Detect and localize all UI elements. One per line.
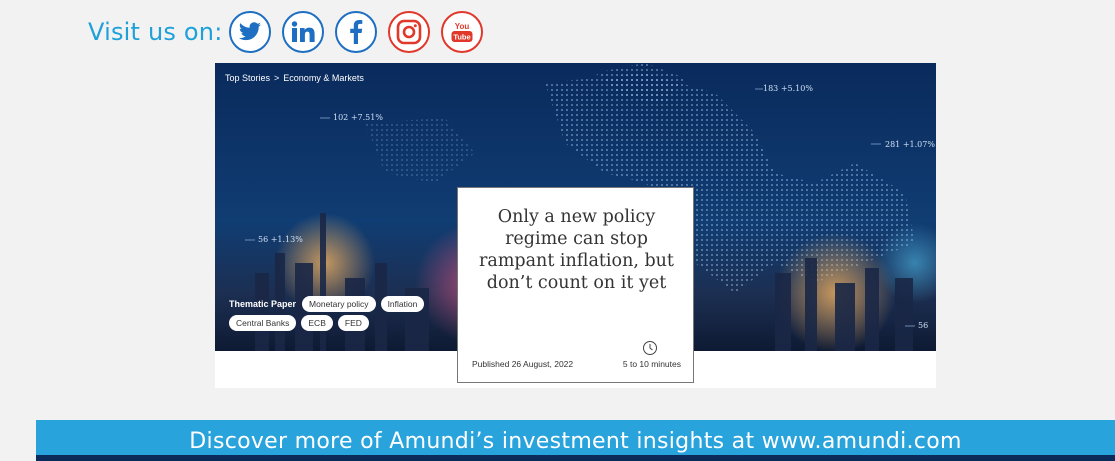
footer-text[interactable]: Discover more of Amundi’s investment ins… <box>36 429 1115 454</box>
map-label-4: 56 +1.13% <box>258 235 303 244</box>
tag-central-banks[interactable]: Central Banks <box>229 315 297 331</box>
social-label: Visit us on: <box>88 18 223 46</box>
breadcrumb-top-stories[interactable]: Top Stories <box>225 73 270 83</box>
social-bar: Visit us on: You Tube <box>88 10 494 54</box>
tag-inflation[interactable]: Inflation <box>380 296 425 312</box>
article-meta: Published 26 August, 2022 5 to 10 minute… <box>458 359 695 369</box>
footer-banner[interactable]: Discover more of Amundi’s investment ins… <box>36 420 1115 461</box>
instagram-icon[interactable] <box>387 11 430 53</box>
map-label-5: 56 <box>918 321 928 330</box>
youtube-icon[interactable]: You Tube <box>440 11 483 53</box>
youtube-text-you: You <box>454 22 469 31</box>
twitter-icon[interactable] <box>228 11 271 53</box>
breadcrumb-economy-markets[interactable]: Economy & Markets <box>283 73 364 83</box>
clock-icon <box>643 341 657 355</box>
map-label-2: 102 +7.51% <box>333 113 383 122</box>
tag-fed[interactable]: FED <box>337 315 369 331</box>
youtube-text-tube: Tube <box>453 33 470 42</box>
map-label-3: 281 +1.07% <box>885 140 935 149</box>
read-time: 5 to 10 minutes <box>622 359 681 369</box>
tag-label: Thematic Paper <box>229 299 297 309</box>
tag-group: Thematic Paper Monetary policy Inflation… <box>229 296 439 334</box>
tag-monetary-policy[interactable]: Monetary policy <box>302 296 376 312</box>
facebook-icon[interactable] <box>334 11 377 53</box>
footer-divider <box>36 455 1115 461</box>
tag-ecb[interactable]: ECB <box>301 315 333 331</box>
map-label-1: 183 +5.10% <box>763 84 813 93</box>
breadcrumb: Top Stories > Economy & Markets <box>225 73 368 83</box>
article-title[interactable]: Only a new policy regime can stop rampan… <box>458 206 695 294</box>
breadcrumb-separator: > <box>274 73 280 83</box>
linkedin-icon[interactable] <box>281 11 324 53</box>
published-date: Published 26 August, 2022 <box>472 359 574 369</box>
article-card[interactable]: Only a new policy regime can stop rampan… <box>457 187 694 383</box>
